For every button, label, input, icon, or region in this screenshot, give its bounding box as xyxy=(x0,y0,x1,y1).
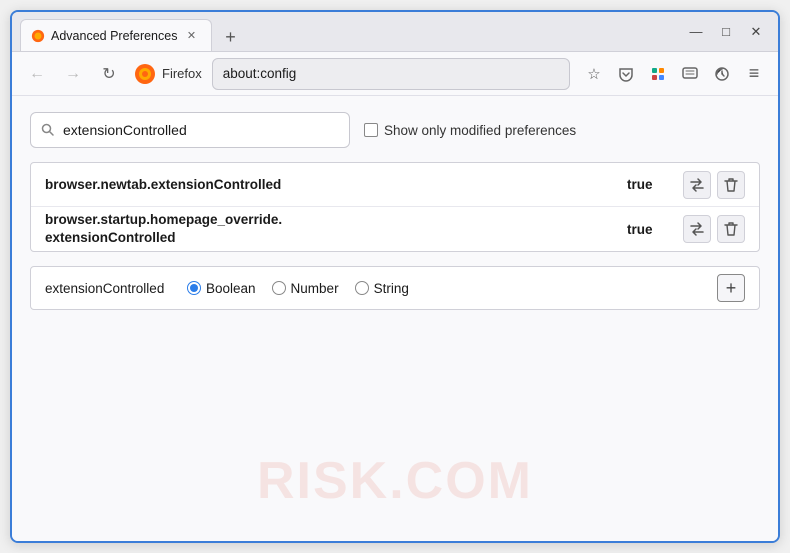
radio-boolean-circle xyxy=(187,281,201,295)
history-icon xyxy=(714,66,730,82)
browser-name-label: Firefox xyxy=(162,66,202,81)
window-controls: — □ ✕ xyxy=(682,18,770,46)
add-preference-row: extensionControlled Boolean Number xyxy=(30,266,760,310)
pref-actions-2 xyxy=(683,215,745,243)
refresh-button[interactable]: ↻ xyxy=(94,59,124,89)
table-row[interactable]: browser.newtab.extensionControlled true xyxy=(31,163,759,207)
radio-number-circle xyxy=(272,281,286,295)
search-icon xyxy=(41,123,55,137)
radio-group: Boolean Number String xyxy=(187,281,705,296)
hamburger-icon: ≡ xyxy=(749,63,760,84)
pref-name-2: browser.startup.homepage_override. exten… xyxy=(45,211,627,246)
pref-swap-button-2[interactable] xyxy=(683,215,711,243)
pref-swap-button-1[interactable] xyxy=(683,171,711,199)
swap-icon xyxy=(689,177,705,193)
add-pref-name-label: extensionControlled xyxy=(45,281,175,296)
firefox-logo-icon xyxy=(134,63,156,85)
bookmark-button[interactable]: ☆ xyxy=(580,60,608,88)
show-modified-text: Show only modified preferences xyxy=(384,123,576,138)
active-tab[interactable]: Advanced Preferences ✕ xyxy=(20,19,212,51)
extension-button[interactable] xyxy=(644,60,672,88)
show-modified-label[interactable]: Show only modified preferences xyxy=(364,123,576,138)
tab-title: Advanced Preferences xyxy=(51,29,177,43)
account-icon xyxy=(682,66,698,82)
content-area: RISK.COM Show only modified preferences … xyxy=(12,96,778,541)
account-button[interactable] xyxy=(676,60,704,88)
back-button[interactable]: ← xyxy=(22,59,52,89)
address-bar[interactable]: about:config xyxy=(212,58,570,90)
tab-favicon-icon xyxy=(31,29,45,43)
radio-boolean-label: Boolean xyxy=(206,281,256,296)
swap-icon xyxy=(689,221,705,237)
search-row: Show only modified preferences xyxy=(30,112,760,148)
preferences-table: browser.newtab.extensionControlled true xyxy=(30,162,760,252)
show-modified-checkbox[interactable] xyxy=(364,123,378,137)
pref-delete-button-1[interactable] xyxy=(717,171,745,199)
nav-icons-group: ☆ ≡ xyxy=(580,60,768,88)
nav-bar: ← → ↻ Firefox about:config ☆ xyxy=(12,52,778,96)
tab-area: Advanced Preferences ✕ + xyxy=(20,12,682,51)
radio-boolean[interactable]: Boolean xyxy=(187,281,256,296)
radio-string-circle xyxy=(355,281,369,295)
preference-search-box[interactable] xyxy=(30,112,350,148)
radio-number[interactable]: Number xyxy=(272,281,339,296)
pref-delete-button-2[interactable] xyxy=(717,215,745,243)
pref-value-1: true xyxy=(627,177,667,192)
radio-string[interactable]: String xyxy=(355,281,409,296)
add-preference-button[interactable]: + xyxy=(717,274,745,302)
pocket-button[interactable] xyxy=(612,60,640,88)
new-tab-button[interactable]: + xyxy=(216,23,244,51)
pref-actions-1 xyxy=(683,171,745,199)
title-bar: Advanced Preferences ✕ + — □ ✕ xyxy=(12,12,778,52)
puzzle-icon xyxy=(650,66,666,82)
maximize-button[interactable]: □ xyxy=(712,18,740,46)
radio-boolean-inner xyxy=(190,284,198,292)
table-row[interactable]: browser.startup.homepage_override. exten… xyxy=(31,207,759,251)
delete-icon xyxy=(724,177,738,193)
close-button[interactable]: ✕ xyxy=(742,18,770,46)
pref-name-1: browser.newtab.extensionControlled xyxy=(45,176,627,194)
pocket-icon xyxy=(618,66,634,82)
forward-button[interactable]: → xyxy=(58,59,88,89)
search-input[interactable] xyxy=(63,122,339,138)
menu-button[interactable]: ≡ xyxy=(740,60,768,88)
radio-number-label: Number xyxy=(291,281,339,296)
delete-icon xyxy=(724,221,738,237)
pref-value-2: true xyxy=(627,222,667,237)
browser-window: Advanced Preferences ✕ + — □ ✕ ← → ↻ Fir… xyxy=(10,10,780,543)
minimize-button[interactable]: — xyxy=(682,18,710,46)
address-text: about:config xyxy=(223,66,297,81)
tab-close-button[interactable]: ✕ xyxy=(183,28,199,44)
watermark: RISK.COM xyxy=(257,451,533,511)
radio-string-label: String xyxy=(374,281,409,296)
back-history-button[interactable] xyxy=(708,60,736,88)
